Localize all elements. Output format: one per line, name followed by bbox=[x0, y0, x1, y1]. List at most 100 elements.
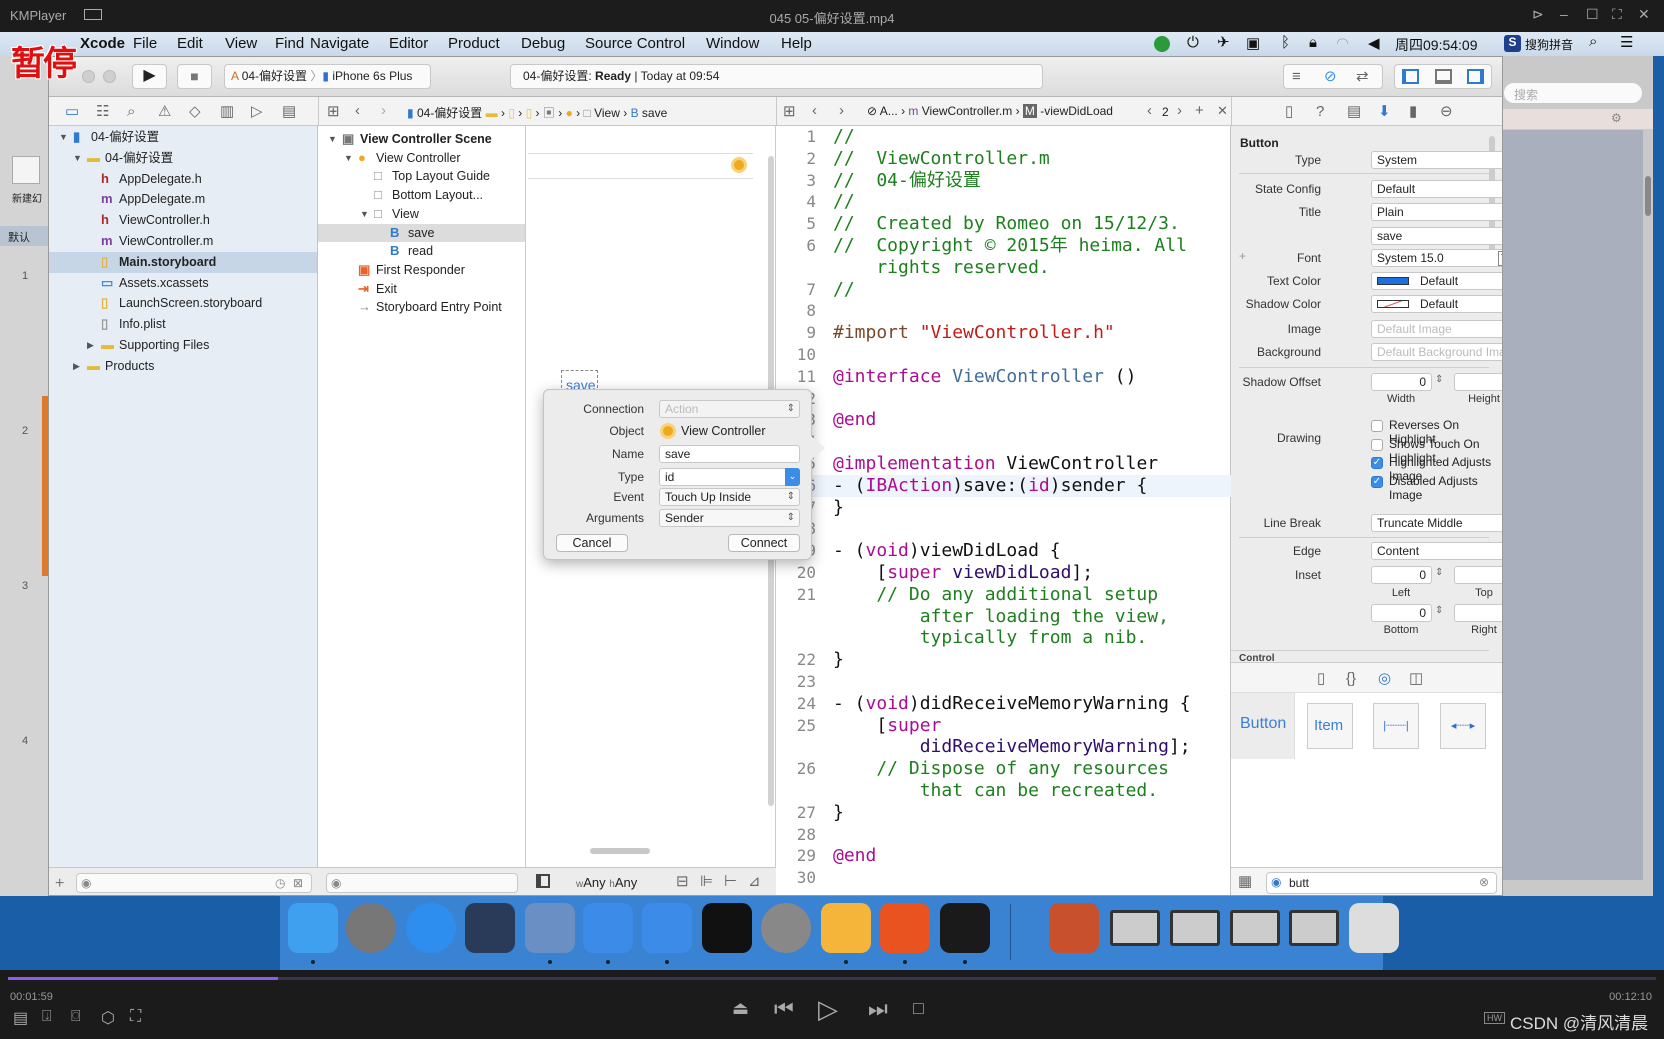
bluetooth-icon[interactable]: ᛒ bbox=[1281, 34, 1290, 51]
code-line[interactable]: 11 @interface ViewController () bbox=[776, 366, 1231, 388]
name-field[interactable]: save bbox=[659, 445, 800, 463]
checkbox[interactable] bbox=[1371, 438, 1383, 451]
xcode-icon[interactable] bbox=[583, 903, 633, 953]
test-navigator-icon[interactable]: ◇ bbox=[189, 104, 201, 119]
code-line[interactable]: 10 bbox=[776, 344, 1231, 366]
outline-item[interactable]: ▼ ● View Controller bbox=[318, 149, 525, 168]
code-line[interactable]: that can be recreated. bbox=[776, 780, 1231, 802]
navigator-filter-field[interactable]: ◉ ◷ ⊠ bbox=[76, 873, 312, 893]
menu-navigate[interactable]: Navigate bbox=[310, 35, 369, 52]
code-line[interactable]: 16- (IBAction)save:(id)sender { bbox=[776, 474, 1231, 497]
outline-item[interactable]: Bsave bbox=[318, 223, 525, 243]
stepper[interactable]: ⇕ bbox=[1435, 374, 1443, 385]
window-close-button[interactable] bbox=[82, 70, 95, 83]
back-icon[interactable]: ‹ bbox=[812, 103, 817, 118]
navigator-item[interactable]: ▭ Assets.xcassets bbox=[49, 273, 317, 294]
forward-icon[interactable]: › bbox=[839, 103, 844, 118]
inset-bottom-field[interactable]: 0 bbox=[1371, 604, 1432, 622]
connect-button[interactable]: Connect bbox=[728, 534, 800, 552]
version-editor-icon[interactable]: ⇄ bbox=[1356, 69, 1369, 84]
breadcrumb-automatic[interactable]: A... bbox=[880, 104, 898, 118]
outline-item[interactable]: □ Bottom Layout... bbox=[318, 186, 525, 205]
related-items-icon[interactable]: ⊞ bbox=[783, 104, 796, 119]
issue-navigator-icon[interactable]: ⚠ bbox=[158, 104, 171, 119]
p-app-icon[interactable] bbox=[880, 903, 930, 953]
navigator-item[interactable]: ▯ LaunchScreen.storyboard bbox=[49, 293, 317, 314]
file-template-icon[interactable]: ▯ bbox=[1317, 671, 1325, 686]
horizontal-scrollbar[interactable] bbox=[590, 848, 650, 854]
code-line[interactable]: 7 // bbox=[776, 279, 1231, 301]
stack-icon[interactable]: ⊟ bbox=[676, 874, 689, 889]
menu-find[interactable]: Find bbox=[275, 35, 304, 52]
maximize-icon[interactable]: ☐ bbox=[1586, 6, 1599, 23]
eject-icon[interactable]: ⏏ bbox=[732, 998, 749, 1019]
scene-icon[interactable]: ▣ bbox=[543, 106, 555, 120]
window-2-icon[interactable] bbox=[1170, 910, 1220, 946]
background-combo[interactable]: Default Background Imag⌄ bbox=[1371, 343, 1502, 361]
code-line[interactable]: 14 bbox=[776, 431, 1231, 453]
breadcrumb-method[interactable]: -viewDidLoad bbox=[1040, 104, 1113, 118]
view-controller-icon[interactable]: ● bbox=[566, 106, 573, 120]
size-inspector-icon[interactable]: ▮ bbox=[1409, 104, 1417, 119]
find-navigator-icon[interactable]: ⌕ bbox=[127, 104, 135, 119]
code-line[interactable]: 15@implementation ViewController bbox=[776, 453, 1231, 475]
grid-view-icon[interactable]: ▦ bbox=[1238, 874, 1252, 889]
code-line[interactable]: 22} bbox=[776, 649, 1231, 671]
checkbox[interactable] bbox=[1371, 420, 1383, 432]
title-select[interactable]: Plain⇕ bbox=[1371, 203, 1502, 221]
run-button[interactable]: ▶ bbox=[132, 64, 167, 89]
menu-debug[interactable]: Debug bbox=[521, 35, 565, 52]
shadow-width-field[interactable]: 0 bbox=[1371, 373, 1432, 391]
checkbox[interactable]: ✓ bbox=[1371, 457, 1383, 469]
window-1-icon[interactable] bbox=[1110, 910, 1160, 946]
power-icon[interactable]: ⏻ bbox=[1187, 34, 1199, 51]
code-editor[interactable]: 1 // 2 // ViewController.m 3 // 04-偏好设置 4 // 5 //… bbox=[776, 126, 1231, 895]
playlist-icon[interactable]: ▤ bbox=[13, 1008, 28, 1028]
seek-bar[interactable] bbox=[8, 977, 1656, 980]
outline-filter-field[interactable]: ◉ bbox=[326, 873, 518, 893]
add-editor-icon[interactable]: + bbox=[1195, 103, 1204, 118]
code-line[interactable]: 21 // Do any additional setup bbox=[776, 584, 1231, 606]
menu-window[interactable]: Window bbox=[706, 35, 759, 52]
status-app-icon[interactable] bbox=[1154, 36, 1170, 52]
library-item-bar-button[interactable]: Item bbox=[1307, 703, 1353, 749]
previous-icon[interactable]: ⏮ bbox=[774, 996, 794, 1022]
navigator-item[interactable]: ▯ Main.storyboard bbox=[49, 251, 317, 273]
code-line[interactable]: typically from a nib. bbox=[776, 627, 1231, 649]
font-picker-icon[interactable]: T bbox=[1497, 251, 1502, 266]
code-line[interactable]: 2 // ViewController.m bbox=[776, 148, 1231, 170]
code-line[interactable]: 24 - (void)didReceiveMemoryWarning { bbox=[776, 693, 1231, 715]
object-library-icon[interactable]: ◎ bbox=[1378, 671, 1391, 686]
navigator-item[interactable]: ▶ ▬ Supporting Files bbox=[49, 335, 317, 356]
connections-inspector-icon[interactable]: ⊖ bbox=[1440, 104, 1453, 119]
outline-item[interactable]: ▼ ▣ View Controller Scene bbox=[318, 130, 525, 149]
code-snippet-icon[interactable]: {} bbox=[1346, 671, 1356, 686]
project-navigator-icon[interactable]: ▭ bbox=[65, 104, 79, 119]
wifi-icon[interactable]: ◠ bbox=[1336, 34, 1349, 52]
code-line[interactable]: 30 bbox=[776, 867, 1231, 889]
code-line[interactable]: 8 bbox=[776, 300, 1231, 322]
code-line[interactable]: 17} bbox=[776, 497, 1231, 519]
navigator-item[interactable]: ▼ ▮ 04-偏好设置 bbox=[49, 127, 317, 148]
back-icon[interactable]: ‹ bbox=[355, 103, 360, 118]
previous-counterpart-icon[interactable]: ‹ bbox=[1147, 103, 1152, 118]
menu-xcode[interactable]: Xcode bbox=[80, 35, 125, 52]
navigator-item[interactable]: m ViewController.m bbox=[49, 231, 317, 252]
exec-icon[interactable] bbox=[940, 903, 990, 953]
minimize-icon[interactable]: – bbox=[1560, 6, 1568, 22]
code-line[interactable]: 5 // Created by Romeo on 15/12/3. bbox=[776, 213, 1231, 235]
code-line[interactable]: 4 // bbox=[776, 191, 1231, 213]
menu-product[interactable]: Product bbox=[448, 35, 500, 52]
outline-item[interactable]: ▼ □ View bbox=[318, 205, 525, 224]
menu-help[interactable]: Help bbox=[781, 35, 812, 52]
pin-icon[interactable]: ⊢ bbox=[724, 874, 737, 889]
window-minimize-button[interactable] bbox=[103, 70, 116, 83]
symbol-navigator-icon[interactable]: ☷ bbox=[96, 104, 109, 119]
menu-view[interactable]: View bbox=[225, 35, 257, 52]
new-slide-icon[interactable] bbox=[12, 156, 40, 184]
quick-help-icon[interactable]: ? bbox=[1316, 104, 1324, 119]
title-text-field[interactable]: save bbox=[1371, 227, 1502, 245]
mouse-app-icon[interactable] bbox=[465, 903, 515, 953]
navigator-item[interactable]: ▼ ▬ 04-偏好设置 bbox=[49, 148, 317, 169]
system-preferences-icon[interactable] bbox=[761, 903, 811, 953]
